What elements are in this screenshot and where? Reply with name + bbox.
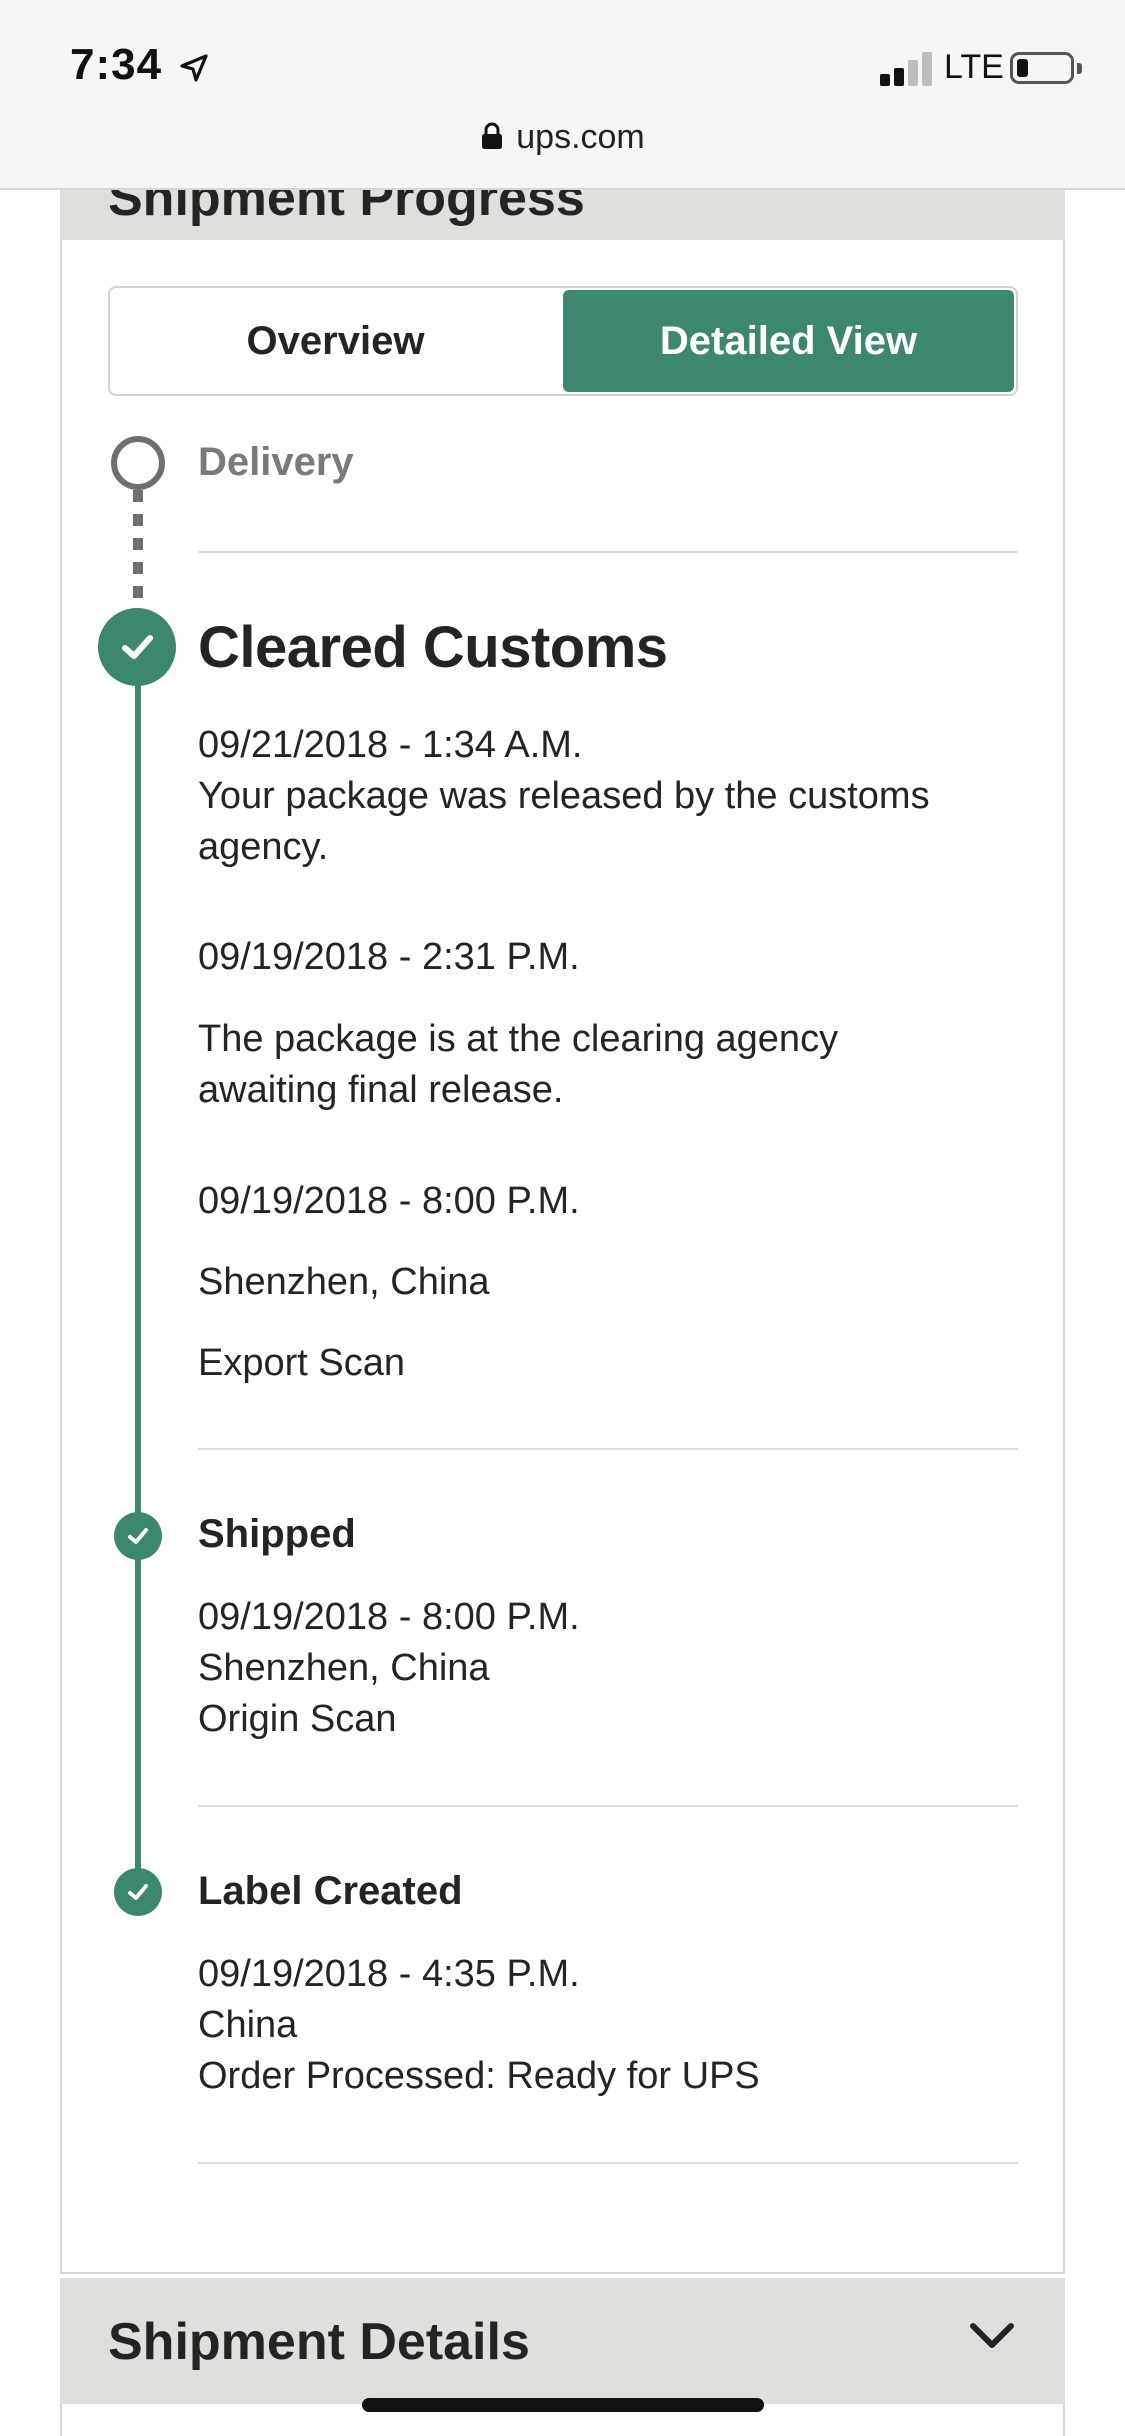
shipment-details-accordion[interactable]: Shipment Details (60, 2278, 1065, 2404)
event-location: Shenzhen, China (198, 1647, 490, 1689)
divider (198, 551, 1018, 553)
event-datetime: 09/19/2018 - 4:35 P.M. (198, 1953, 580, 1995)
home-indicator[interactable] (362, 2398, 764, 2412)
event-activity: Order Processed: Ready for UPS (198, 2055, 760, 2097)
battery-icon (1010, 52, 1082, 84)
divider (198, 1448, 1018, 1450)
url-text: ups.com (516, 118, 645, 156)
event-datetime: 09/21/2018 - 1:34 A.M. (198, 724, 583, 766)
current-step-check-icon (98, 608, 176, 686)
location-arrow-icon (180, 54, 208, 82)
signal-strength-icon (880, 50, 936, 86)
event-datetime: 09/19/2018 - 8:00 P.M. (198, 1596, 580, 1638)
timeline-dotted-connector (133, 490, 143, 602)
delivery-step-title: Delivery (198, 440, 354, 484)
event-activity: Export Scan (198, 1342, 405, 1384)
timeline-line (135, 665, 141, 1903)
event-description: agency. (198, 826, 329, 868)
event-datetime: 09/19/2018 - 8:00 P.M. (198, 1180, 580, 1222)
label-created-step-title: Label Created (198, 1869, 463, 1913)
browser-chrome: 7:34 LTE ups.com (0, 0, 1125, 190)
divider (198, 1805, 1018, 1807)
event-description: The package is at the clearing agency (198, 1018, 839, 1060)
current-step-title: Cleared Customs (198, 615, 668, 680)
address-bar[interactable]: ups.com (0, 118, 1125, 157)
shipment-progress-header: Shipment Progress (60, 190, 1065, 240)
chevron-down-icon[interactable] (967, 2318, 1017, 2354)
tab-overview[interactable]: Overview (110, 288, 561, 394)
event-location: Shenzhen, China (198, 1261, 490, 1303)
shipped-step-title: Shipped (198, 1512, 356, 1556)
event-location: China (198, 2004, 298, 2046)
event-activity: Origin Scan (198, 1698, 397, 1740)
event-description: Your package was released by the customs (198, 775, 930, 817)
event-description: awaiting final release. (198, 1069, 564, 1111)
pending-step-marker (111, 436, 165, 490)
network-type: LTE (944, 48, 1004, 86)
panel-title: Shipment Progress (108, 190, 585, 227)
event-datetime: 09/19/2018 - 2:31 P.M. (198, 936, 580, 978)
shipment-details-title: Shipment Details (108, 2313, 530, 2371)
lock-icon (482, 122, 503, 149)
divider (198, 2162, 1018, 2164)
status-time: 7:34 (70, 40, 163, 89)
label-created-check-icon (114, 1868, 162, 1916)
tab-detailed-view[interactable]: Detailed View (563, 290, 1014, 392)
view-toggle: Overview Detailed View (108, 286, 1018, 396)
shipped-check-icon (114, 1512, 162, 1560)
